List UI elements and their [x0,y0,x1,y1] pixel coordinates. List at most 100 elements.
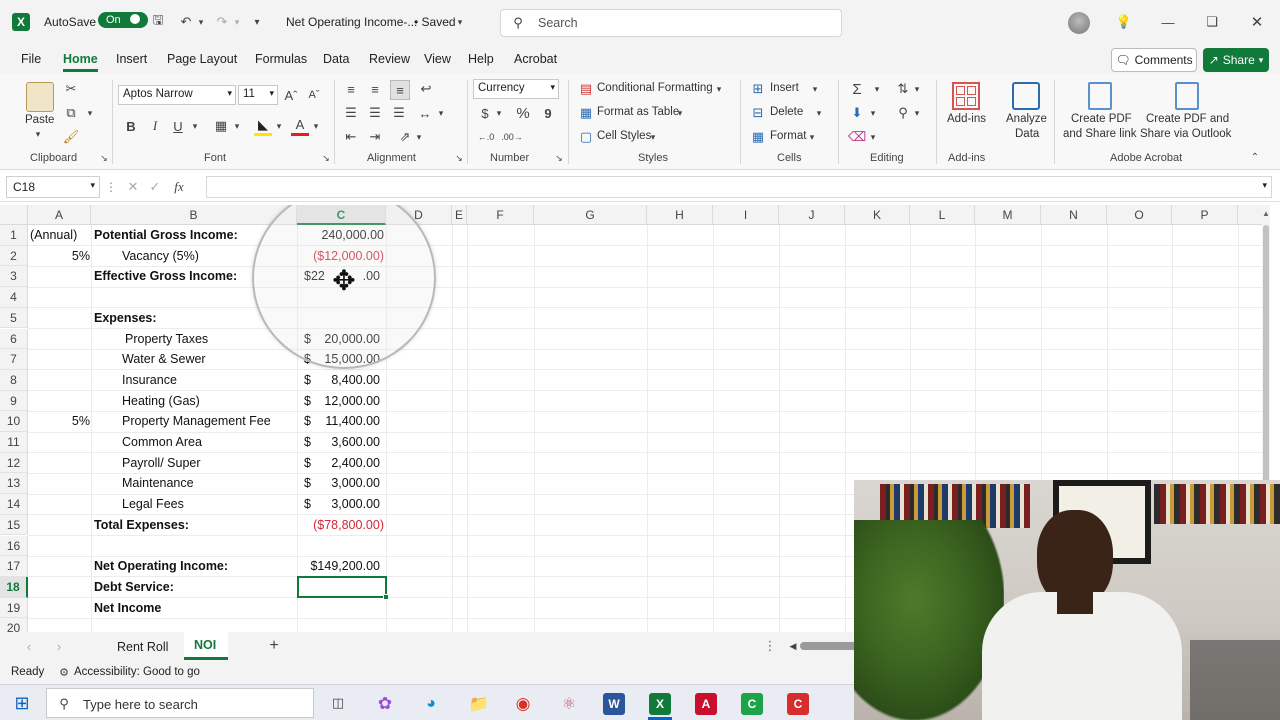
cell-c13[interactable]: 3,000.00 [331,473,380,493]
orientation-icon[interactable]: ⇗ [396,128,414,146]
cancel-entry-icon[interactable]: ✕ [126,178,140,196]
insert-cells-icon[interactable]: ⊞ [750,80,766,98]
cell-b18[interactable]: Debt Service: [94,577,174,597]
row-header-8[interactable]: 8 [0,369,28,391]
column-header-h[interactable]: H [647,205,713,225]
more-options-icon[interactable]: ⋮ [105,178,117,196]
find-select-icon[interactable]: ⚲ [894,104,912,122]
share-button[interactable]: ↗ Share ▾ [1203,48,1269,72]
row-header-2[interactable]: 2 [0,245,28,267]
format-as-table-icon[interactable]: ▦ [578,104,594,122]
add-ins-label[interactable]: Add-ins [947,113,986,125]
autosave-toggle[interactable]: On [98,12,148,28]
accounting-format-icon[interactable]: $ [478,104,492,122]
cell-b9[interactable]: Heating (Gas) [122,391,200,411]
copy-icon[interactable]: ⧉ [62,104,80,122]
minimize-icon[interactable]: — [1158,12,1178,32]
sheet-tab-rent-roll[interactable]: Rent Roll [117,640,168,654]
autosum-dropdown-icon[interactable]: ▾ [872,80,882,98]
paste-label[interactable]: Paste [25,114,54,126]
row-header-18[interactable]: 18 [0,576,28,598]
task-view-icon[interactable]: ◫ [328,693,348,713]
insert-function-icon[interactable]: fx [170,178,188,196]
delete-cells-dropdown-icon[interactable]: ▾ [814,106,824,120]
fill-dropdown-icon[interactable]: ▾ [868,104,878,122]
fill-handle[interactable] [383,594,389,600]
font-launcher-icon[interactable]: ↘ [320,152,332,164]
font-name-combo[interactable]: Aptos Narrow ▾ [118,85,236,105]
select-all-corner[interactable] [0,205,28,225]
fill-icon[interactable]: ⬇ [848,104,866,122]
column-header-l[interactable]: L [910,205,975,225]
cell-a1[interactable]: (Annual) [30,225,77,245]
cell-b15[interactable]: Total Expenses: [94,515,189,535]
word-icon[interactable]: W [603,693,625,715]
acrobat-icon[interactable]: A [695,693,717,715]
conditional-formatting-dropdown-icon[interactable]: ▾ [714,82,724,96]
fill-color-dropdown-icon[interactable]: ▾ [274,116,284,136]
redo-icon[interactable]: ↷ [212,12,232,32]
menu-file[interactable]: File [21,52,41,66]
tab-options-icon[interactable]: ⋮ [764,638,777,654]
align-center-icon[interactable]: ☰ [366,104,384,122]
create-pdf-link-label-2[interactable]: and Share link [1063,128,1137,140]
align-top-icon[interactable]: ≡ [342,80,360,98]
cell-b6[interactable]: Property Taxes [125,329,208,349]
collapse-ribbon-icon[interactable]: ⌃ [1248,150,1262,164]
cell-c15[interactable]: ($78,800.00) [313,515,384,535]
camtasia-icon[interactable]: C [741,693,763,715]
redo-dropdown-icon[interactable]: ▾ [232,12,242,32]
scroll-left-icon[interactable]: ◀ [787,638,799,654]
paste-dropdown-icon[interactable]: ▾ [32,128,44,140]
horizontal-scroll-thumb[interactable] [800,642,860,650]
column-header-n[interactable]: N [1041,205,1107,225]
cell-b12[interactable]: Payroll/ Super [122,453,201,473]
delete-cells-icon[interactable]: ⊟ [750,104,766,122]
sort-filter-icon[interactable]: ⇅ [894,80,912,98]
copy-dropdown-icon[interactable]: ▾ [84,104,96,122]
align-bottom-icon[interactable]: ≡ [390,80,410,100]
create-pdf-link-icon[interactable] [1088,82,1112,110]
add-sheet-icon[interactable]: + [266,637,282,655]
alignment-launcher-icon[interactable]: ↘ [453,152,465,164]
accessibility-status[interactable]: Accessibility: Good to go [74,666,200,678]
format-cells-icon[interactable]: ▦ [750,128,766,146]
row-header-9[interactable]: 9 [0,390,28,412]
confirm-entry-icon[interactable]: ✓ [148,178,162,196]
delete-cells-label[interactable]: Delete [770,106,803,118]
column-header-b[interactable]: B [91,205,297,225]
cell-b3[interactable]: Effective Gross Income: [94,266,237,286]
analyze-data-label-2[interactable]: Data [1015,128,1039,140]
analyze-data-label-1[interactable]: Analyze [1006,113,1047,125]
prev-sheet-icon[interactable]: ‹ [22,638,36,654]
row-header-4[interactable]: 4 [0,287,28,308]
customize-toolbar-icon[interactable]: ▾ [250,12,264,32]
menu-review[interactable]: Review [369,52,410,66]
cell-c8[interactable]: 8,400.00 [331,370,380,390]
percent-style-icon[interactable]: % [514,104,532,122]
merge-dropdown-icon[interactable]: ▾ [436,104,446,122]
number-launcher-icon[interactable]: ↘ [553,152,565,164]
column-header-i[interactable]: I [713,205,779,225]
cell-styles-icon[interactable]: ▢ [578,128,594,146]
column-header-p[interactable]: P [1172,205,1238,225]
document-title[interactable]: Net Operating Income-... [286,15,417,29]
underline-dropdown-icon[interactable]: ▾ [190,116,200,136]
column-header-g[interactable]: G [534,205,647,225]
column-header-o[interactable]: O [1107,205,1172,225]
borders-icon[interactable]: ▦ [212,116,230,136]
recorder-icon[interactable]: C [787,693,809,715]
row-header-5[interactable]: 5 [0,307,28,329]
orientation-dropdown-icon[interactable]: ▾ [414,128,424,146]
sort-filter-dropdown-icon[interactable]: ▾ [912,80,922,98]
wrap-text-icon[interactable]: ↩ [416,80,436,98]
conditional-formatting-label[interactable]: Conditional Formatting [597,82,713,94]
file-explorer-icon[interactable]: 📁 [468,693,490,715]
menu-acrobat[interactable]: Acrobat [514,52,557,66]
menu-help[interactable]: Help [468,52,494,66]
create-pdf-outlook-label-1[interactable]: Create PDF and [1146,113,1229,125]
cell-b13[interactable]: Maintenance [122,473,194,493]
close-icon[interactable]: ✕ [1247,12,1267,32]
cell-c12[interactable]: 2,400.00 [331,453,380,473]
column-header-j[interactable]: J [779,205,845,225]
